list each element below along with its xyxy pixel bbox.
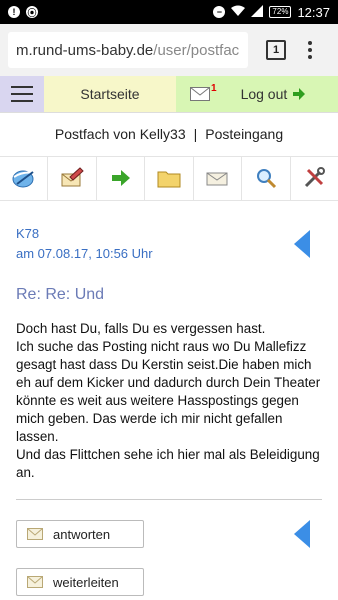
status-bar: ! ⦿ − 72% 12:37 xyxy=(0,0,338,24)
logout-label: Log out xyxy=(240,86,288,102)
folder-title: Posteingang xyxy=(205,126,284,142)
url-bar[interactable]: m.rund-ums-baby.de/user/postfac xyxy=(8,32,248,68)
logout-button[interactable]: Log out xyxy=(241,86,306,102)
wifi-icon xyxy=(231,5,246,20)
unread-count-badge: 1 xyxy=(211,83,217,94)
do-not-disturb-icon: − xyxy=(213,6,226,18)
signal-icon xyxy=(251,4,264,20)
mailbox-owner-title: Postfach von Kelly33 xyxy=(54,126,186,142)
refresh-globe-icon xyxy=(12,170,35,188)
forward-label: weiterleiten xyxy=(53,574,119,590)
hamburger-menu-icon[interactable] xyxy=(0,76,44,112)
green-arrow-icon xyxy=(293,88,306,100)
url-path: /user/postfac xyxy=(153,41,240,59)
open-mail-button[interactable] xyxy=(194,156,243,200)
message-date: am 07.08.17, 10:56 Uhr xyxy=(16,246,153,261)
clock: 12:37 xyxy=(297,4,330,20)
browser-menu-icon[interactable] xyxy=(308,41,312,59)
search-icon xyxy=(256,169,276,189)
browser-toolbar: m.rund-ums-baby.de/user/postfac 1 xyxy=(0,24,338,77)
compose-icon xyxy=(61,167,84,187)
page-title: Postfach von Kelly33 | Posteingang xyxy=(0,112,338,157)
title-separator: | xyxy=(193,126,198,142)
forward-message-button[interactable]: weiterleiten xyxy=(16,568,144,596)
settings-button[interactable] xyxy=(291,156,338,200)
battery-indicator: 72% xyxy=(269,6,292,18)
folder-icon xyxy=(157,171,181,188)
battery-level: 72 xyxy=(272,7,282,16)
message-subject: Re: Re: Und xyxy=(16,286,105,303)
reply-label: antworten xyxy=(53,526,111,542)
envelope-icon xyxy=(27,528,43,540)
settings-tools-icon xyxy=(305,167,326,188)
top-nav: Startseite 1 Log out xyxy=(0,76,338,113)
message-meta: K78 am 07.08.17, 10:56 Uhr xyxy=(16,224,153,264)
reply-button[interactable]: antworten xyxy=(16,520,144,548)
back-arrow-icon[interactable] xyxy=(294,520,310,548)
search-button[interactable] xyxy=(242,156,291,200)
url-host: m.rund-ums-baby.de xyxy=(16,41,154,59)
refresh-globe-button[interactable] xyxy=(0,156,49,200)
message-body: Doch hast Du, falls Du es vergessen hast… xyxy=(16,321,321,480)
tab-switcher-button[interactable]: 1 xyxy=(266,40,286,60)
forward-arrow-icon xyxy=(111,170,130,186)
user-nav: 1 Log out xyxy=(176,76,338,112)
envelope-icon xyxy=(190,87,210,101)
home-link[interactable]: Startseite xyxy=(44,76,176,112)
mailbox-link[interactable]: 1 xyxy=(176,83,217,101)
sender-link[interactable]: K78 xyxy=(16,224,153,244)
divider xyxy=(16,499,322,500)
forward-button[interactable] xyxy=(97,156,146,200)
compose-button[interactable] xyxy=(48,156,97,200)
mailbox-toolbar xyxy=(0,156,338,201)
envelope-icon xyxy=(27,576,43,588)
envelope-icon xyxy=(206,172,228,186)
notification-icon: ! xyxy=(8,6,20,18)
back-arrow-icon[interactable] xyxy=(294,230,310,258)
app-notification-icon: ⦿ xyxy=(26,6,38,18)
folder-button[interactable] xyxy=(145,156,194,200)
